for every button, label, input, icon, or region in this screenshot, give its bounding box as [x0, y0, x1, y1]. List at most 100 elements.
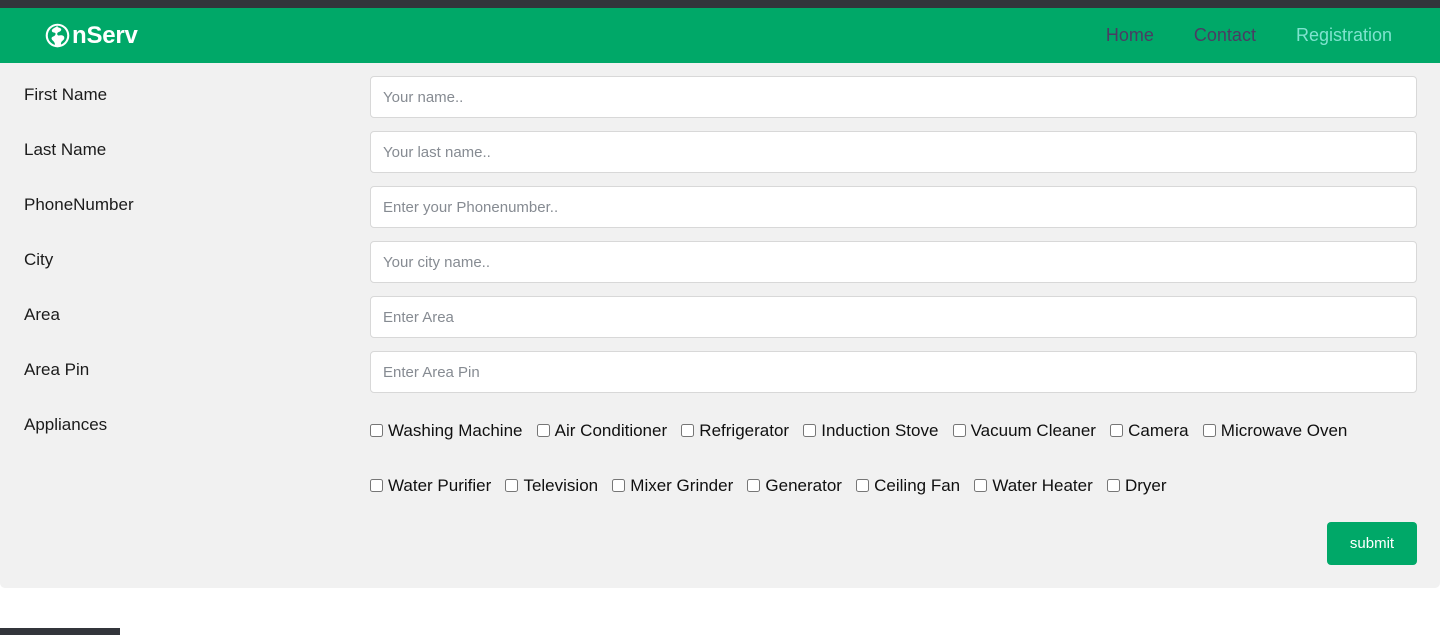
appliance-label: Induction Stove: [821, 421, 939, 440]
control-area: [370, 296, 1418, 338]
form-row-last-name: Last Name: [0, 131, 1440, 173]
label-first-name: First Name: [24, 85, 108, 104]
appliance-checkbox-mixer-grinder[interactable]: Mixer Grinder: [612, 476, 733, 495]
checkbox-input[interactable]: [370, 424, 383, 437]
site-header: nServ Home Contact Registration: [0, 8, 1440, 63]
appliance-label: Vacuum Cleaner: [970, 421, 1096, 440]
label-city: City: [24, 250, 54, 269]
label-appliances: Appliances: [24, 415, 108, 434]
control-area-pin: [370, 351, 1418, 393]
appliance-label: Television: [523, 476, 599, 495]
bottom-status-bar: [0, 628, 120, 635]
appliance-checkbox-refrigerator[interactable]: Refrigerator: [681, 421, 789, 440]
form-row-phone-number: PhoneNumber: [0, 186, 1440, 228]
appliance-separator: [598, 476, 612, 495]
last-name-input[interactable]: [370, 131, 1417, 173]
control-first-name: [370, 76, 1418, 118]
appliance-label: Water Purifier: [388, 476, 492, 495]
appliance-checkbox-water-purifier[interactable]: Water Purifier: [370, 476, 491, 495]
appliance-label: Refrigerator: [699, 421, 790, 440]
appliance-separator: [938, 421, 952, 440]
brand-logo[interactable]: nServ: [44, 22, 138, 50]
checkbox-input[interactable]: [370, 479, 383, 492]
label-area: Area: [24, 305, 60, 324]
appliance-separator: [1167, 476, 1181, 495]
form-row-area-pin: Area Pin: [0, 351, 1440, 393]
registration-form-panel: First Name Last Name PhoneNumber City Ar…: [0, 63, 1440, 588]
appliance-checkbox-television[interactable]: Television: [505, 476, 598, 495]
appliances-checkbox-group: Washing Machine Air Conditioner Refriger…: [370, 406, 1417, 516]
appliance-separator: [1189, 421, 1203, 440]
checkbox-input[interactable]: [1202, 424, 1216, 437]
submit-row: submit: [370, 516, 1417, 565]
control-city: [370, 241, 1418, 283]
area-input[interactable]: [370, 296, 1417, 338]
appliance-checkbox-vacuum-cleaner[interactable]: Vacuum Cleaner: [952, 421, 1096, 440]
appliance-label: Mixer Grinder: [630, 476, 734, 495]
appliance-label: Dryer: [1124, 476, 1167, 495]
nav-link-registration[interactable]: Registration: [1276, 25, 1412, 46]
nav-link-home[interactable]: Home: [1086, 25, 1174, 46]
appliance-label: Washing Machine: [388, 421, 523, 440]
appliance-separator: [491, 476, 505, 495]
globe-icon: [44, 22, 72, 49]
appliance-separator: [842, 476, 856, 495]
appliance-checkbox-camera[interactable]: Camera: [1110, 421, 1189, 440]
top-accent-strip: [0, 0, 1440, 8]
appliance-checkbox-water-heater[interactable]: Water Heater: [974, 476, 1093, 495]
first-name-input[interactable]: [370, 76, 1417, 118]
checkbox-input[interactable]: [974, 479, 988, 492]
form-row-appliances: Appliances Washing Machine Air Condition…: [0, 406, 1440, 565]
checkbox-input[interactable]: [505, 479, 519, 492]
city-input[interactable]: [370, 241, 1417, 283]
nav-link-contact[interactable]: Contact: [1174, 25, 1276, 46]
top-spacer: [0, 63, 1440, 76]
checkbox-input[interactable]: [1106, 479, 1120, 492]
appliance-checkbox-generator[interactable]: Generator: [747, 476, 842, 495]
brand-name: nServ: [72, 21, 138, 49]
appliance-label: Microwave Oven: [1220, 421, 1348, 440]
form-row-first-name: First Name: [0, 76, 1440, 118]
appliance-separator: [1096, 421, 1110, 440]
label-last-name: Last Name: [24, 140, 107, 159]
checkbox-input[interactable]: [681, 424, 695, 437]
appliance-checkbox-microwave-oven[interactable]: Microwave Oven: [1202, 421, 1348, 440]
appliance-separator: [789, 421, 803, 440]
appliance-separator: [1347, 421, 1361, 440]
checkbox-input[interactable]: [612, 479, 626, 492]
appliance-checkbox-ceiling-fan[interactable]: Ceiling Fan: [856, 476, 960, 495]
appliance-label: Ceiling Fan: [874, 476, 961, 495]
checkbox-input[interactable]: [747, 479, 761, 492]
phone-number-input[interactable]: [370, 186, 1417, 228]
submit-button[interactable]: submit: [1327, 522, 1417, 565]
appliance-label: Generator: [765, 476, 842, 495]
appliance-label: Water Heater: [992, 476, 1093, 495]
checkbox-input[interactable]: [952, 424, 966, 437]
label-area-pin: Area Pin: [24, 360, 90, 379]
appliance-separator: [1093, 476, 1107, 495]
appliance-label: Camera: [1128, 421, 1189, 440]
main-navigation: Home Contact Registration: [1086, 25, 1412, 46]
checkbox-input[interactable]: [1110, 424, 1124, 437]
checkbox-input[interactable]: [536, 424, 550, 437]
appliance-separator: [523, 421, 537, 440]
checkbox-input[interactable]: [803, 424, 817, 437]
form-row-area: Area: [0, 296, 1440, 338]
appliance-checkbox-dryer[interactable]: Dryer: [1106, 476, 1167, 495]
control-phone-number: [370, 186, 1418, 228]
control-last-name: [370, 131, 1418, 173]
form-row-city: City: [0, 241, 1440, 283]
appliance-checkbox-induction-stove[interactable]: Induction Stove: [803, 421, 938, 440]
appliance-checkbox-air-conditioner[interactable]: Air Conditioner: [536, 421, 667, 440]
checkbox-input[interactable]: [856, 479, 870, 492]
appliance-separator: [960, 476, 974, 495]
area-pin-input[interactable]: [370, 351, 1417, 393]
appliance-checkbox-washing-machine[interactable]: Washing Machine: [370, 421, 523, 440]
appliance-separator: [733, 476, 747, 495]
